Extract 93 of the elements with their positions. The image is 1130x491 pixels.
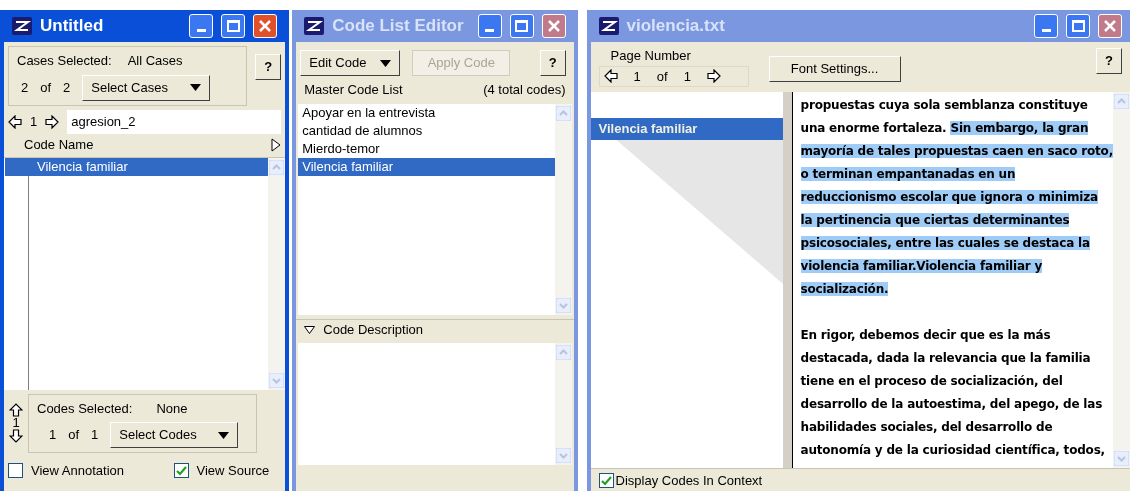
code-total: 1 [91,426,99,445]
description-header[interactable]: Code Description [296,318,574,341]
code-list-item[interactable]: Vilencia familiar [298,157,555,176]
app-logo-icon [598,17,619,35]
highlighted-text: reduccionismo escolar que ignora o minimiza [800,190,1098,204]
minimize-button[interactable] [477,14,502,38]
close-icon [1104,20,1116,32]
app-logo-icon [304,17,325,35]
next-arrow-icon[interactable] [706,69,721,84]
maximize-icon [1071,20,1085,32]
checkbox[interactable] [173,463,189,479]
column-header[interactable]: Code Name [8,135,94,155]
document-text: habilidades sociales, del desarrollo de [800,420,1053,434]
minimize-button[interactable] [1034,14,1058,38]
document-text: autonomía y de la curiosidad científica, todos, [800,443,1105,457]
maximize-button[interactable] [1066,14,1090,38]
highlighted-text: socialización. [800,282,889,296]
check-icon [175,465,187,476]
code-list-item[interactable]: Mierdo-temor [298,139,555,158]
case-index: 2 [21,78,29,97]
expand-arrow-icon[interactable] [271,138,282,152]
maximize-icon [515,20,529,32]
of-label: of [68,426,80,445]
cases-selected-label: Cases Selected: [17,52,112,70]
collapse-triangle-icon [304,326,316,334]
help-button[interactable]: ? [1096,48,1122,74]
minimize-icon [1041,29,1051,32]
document-text: propuestas cuya sola semblanza constituye [800,98,1088,112]
down-arrow-icon[interactable] [9,429,23,444]
page-total: 1 [683,67,691,86]
highlighted-text: psicosociales, entre las cuales se destaca la [800,236,1090,250]
cases-selected-value: All Cases [127,52,183,70]
checkbox-label: View Annotation [31,462,124,480]
minimize-icon [485,29,495,32]
minimize-icon [196,29,206,32]
page-index: 1 [633,67,641,86]
maximize-icon [226,20,240,32]
previous-arrow-icon[interactable] [603,69,618,84]
highlighted-text: o terminan empantanadas en un [800,167,1016,181]
close-icon [547,20,560,32]
caret-icon [218,431,230,439]
window-title: Untitled [40,15,105,38]
highlighted-text: mayoría de tales propuestas caen en saco roto, [800,144,1113,158]
previous-arrow-icon[interactable] [8,114,22,129]
window-title: Code List Editor [332,15,465,38]
select-codes-button[interactable]: Select Codes [110,422,239,448]
total-codes: (4 total codes) [483,81,566,99]
case-total: 2 [63,78,71,97]
maximize-button[interactable] [509,14,534,38]
of-label: of [656,67,668,86]
select-cases-button[interactable]: Select Cases [82,74,211,101]
window-title: violencia.txt [626,15,726,38]
margin-code-label[interactable]: Vilencia familiar [590,118,783,140]
checkbox-label: Display Codes In Context [615,471,763,490]
checkbox[interactable] [598,473,614,488]
document-text: tiene en el proceso de socialización, del [800,374,1063,388]
highlighted-text: violencia familiar.Violencia familiar y [800,259,1043,273]
font-settings-button[interactable]: Font Settings... [768,56,901,82]
document-text: En rigor, debemos decir que es la más [800,328,1051,342]
codes-page-number: 1 [12,417,20,430]
close-button[interactable] [1098,14,1122,38]
document-text: destacada, dada la relevancia que la familia [800,351,1091,365]
list-label: Master Code List [304,81,403,99]
highlighted-text: la pertinencia que ciertas determinantes [800,213,1070,227]
case-number: 1 [30,112,38,131]
help-button[interactable]: ? [255,54,282,80]
page-number-label: Page Number [609,47,692,65]
highlighted-text: Sin embargo, la gran [950,121,1089,135]
code-list-item[interactable]: Apoyar en la entrevista [298,103,555,122]
checkbox[interactable] [8,463,23,479]
help-button[interactable]: ? [539,50,566,76]
document-text: una enorme fortaleza. [800,121,948,135]
of-label: of [40,78,52,97]
edit-code-button[interactable]: Edit Code [300,50,401,76]
close-icon [259,20,272,32]
app-logo-icon [12,17,32,35]
close-button[interactable] [541,14,566,38]
up-arrow-icon[interactable] [9,403,23,418]
code-list-item[interactable]: cantidad de alumnos [298,121,555,140]
close-button[interactable] [253,14,278,38]
check-icon [600,475,612,486]
caret-icon [380,59,392,67]
splitter[interactable] [782,92,793,468]
case-name-field[interactable]: agresion_2 [67,109,282,134]
next-arrow-icon[interactable] [45,114,60,129]
document-text: desarrollo de la autoestima, del apego, de las [800,397,1103,411]
code-index: 1 [49,426,57,445]
minimize-button[interactable] [189,14,214,38]
codes-selected-value: None [156,399,188,418]
maximize-button[interactable] [221,14,246,38]
caret-icon [190,84,202,91]
codes-selected-label: Codes Selected: [37,399,133,418]
checkbox-label: View Source [196,462,270,480]
